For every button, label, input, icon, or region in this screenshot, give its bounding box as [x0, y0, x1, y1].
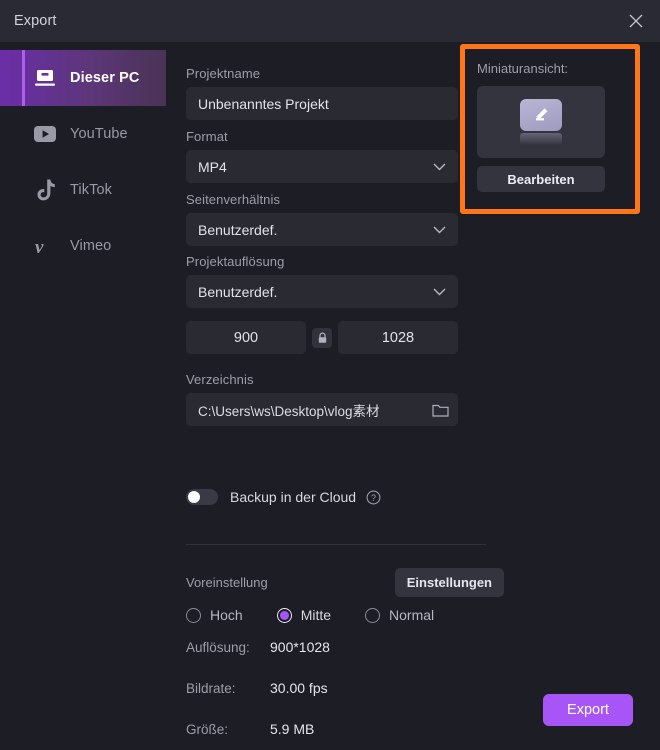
resolution-select[interactable]: Benutzerdef. [186, 275, 458, 308]
project-name-input[interactable]: Unbenanntes Projekt [186, 87, 458, 120]
sidebar-item-label: Vimeo [70, 238, 112, 254]
close-icon [629, 14, 643, 28]
thumbnail-preview[interactable] [477, 86, 605, 158]
close-button[interactable] [612, 0, 660, 42]
preset-radio-normal[interactable]: Normal [365, 607, 434, 623]
destination-sidebar: Dieser PC YouTube TikTok v Vimeo [0, 42, 166, 750]
preset-group: Voreinstellung Einstellungen Hoch Mitte … [186, 568, 504, 623]
folder-icon[interactable] [432, 402, 449, 417]
sidebar-item-tiktok[interactable]: TikTok [0, 162, 166, 218]
resolution-inputs-row: 900 1028 [186, 321, 458, 354]
info-row-framerate: Bildrate: 30.00 fps [186, 680, 328, 696]
aspect-ratio-group: Seitenverhältnis Benutzerdef. [186, 192, 458, 246]
preset-label: Voreinstellung [186, 575, 268, 590]
info-key: Größe: [186, 721, 229, 737]
info-row-resolution: Auflösung: 900*1028 [186, 639, 330, 655]
toggle-knob [188, 491, 200, 503]
cloud-backup-toggle[interactable] [186, 489, 218, 505]
aspect-ratio-select[interactable]: Benutzerdef. [186, 213, 458, 246]
radio-indicator [186, 607, 201, 623]
preset-radio-hoch[interactable]: Hoch [186, 607, 243, 623]
directory-input[interactable]: C:\Users\ws\Desktop\vlog素材 [186, 393, 458, 426]
resolution-group: Projektauflösung Benutzerdef. 900 1028 [186, 254, 458, 354]
aspect-ratio-label: Seitenverhältnis [186, 192, 281, 207]
info-key: Bildrate: [186, 680, 236, 696]
chevron-down-icon [433, 283, 446, 301]
project-name-label: Projektname [186, 66, 261, 81]
resolution-value: Benutzerdef. [198, 283, 278, 300]
section-divider [186, 544, 486, 545]
aspect-ratio-value: Benutzerdef. [198, 221, 278, 238]
format-select[interactable]: MP4 [186, 150, 458, 183]
directory-label: Verzeichnis [186, 372, 254, 387]
info-value: 5.9 MB [270, 721, 315, 737]
format-group: Format MP4 [186, 129, 458, 183]
desktop-pc-icon [32, 65, 58, 91]
info-value: 900*1028 [270, 639, 330, 655]
project-name-value: Unbenanntes Projekt [198, 95, 329, 112]
svg-text:v: v [35, 237, 44, 257]
resolution-label: Projektauflösung [186, 254, 285, 269]
preset-radio-label: Mitte [300, 607, 332, 623]
preset-radio-mitte[interactable]: Mitte [276, 607, 332, 623]
thumbnail-reflection [520, 133, 562, 145]
edit-thumbnail-button[interactable]: Bearbeiten [477, 166, 605, 192]
vimeo-icon: v [32, 233, 58, 259]
radio-indicator [276, 607, 292, 623]
preset-radio-label: Hoch [210, 607, 243, 623]
dialog-body: Dieser PC YouTube TikTok v Vimeo Projekt… [0, 42, 660, 750]
cloud-backup-label: Backup in der Cloud [230, 489, 357, 505]
youtube-icon [32, 121, 58, 147]
svg-text:?: ? [371, 493, 376, 503]
pencil-edit-icon [520, 99, 562, 131]
sidebar-item-label: TikTok [70, 182, 112, 198]
resolution-height-input[interactable]: 1028 [338, 321, 458, 354]
directory-value: C:\Users\ws\Desktop\vlog素材 [198, 403, 380, 419]
radio-indicator [365, 607, 381, 623]
question-circle-icon[interactable]: ? [366, 490, 381, 505]
sidebar-item-youtube[interactable]: YouTube [0, 106, 166, 162]
sidebar-item-label: Dieser PC [70, 70, 140, 86]
window-titlebar: Export [0, 0, 660, 42]
format-value: MP4 [198, 158, 227, 175]
preset-radio-label: Normal [389, 607, 435, 623]
info-key: Auflösung: [186, 639, 250, 655]
sidebar-item-label: YouTube [70, 126, 128, 142]
lock-closed-icon[interactable] [312, 327, 332, 348]
info-row-size: Größe: 5.9 MB [186, 721, 314, 737]
cloud-backup-row: Backup in der Cloud ? [186, 489, 381, 505]
info-value: 30.00 fps [270, 680, 328, 696]
export-button[interactable]: Export [543, 694, 633, 726]
sidebar-item-dieser-pc[interactable]: Dieser PC [0, 50, 166, 106]
chevron-down-icon [433, 158, 446, 176]
window-title: Export [14, 13, 57, 29]
resolution-width-input[interactable]: 900 [186, 321, 306, 354]
directory-group: Verzeichnis C:\Users\ws\Desktop\vlog素材 [186, 372, 458, 426]
thumbnail-panel: Miniaturansicht: Bearbeiten [460, 44, 640, 214]
chevron-down-icon [433, 221, 446, 239]
thumbnail-title: Miniaturansicht: [477, 61, 569, 76]
sidebar-item-vimeo[interactable]: v Vimeo [0, 218, 166, 274]
project-name-group: Projektname Unbenanntes Projekt [186, 66, 458, 120]
tiktok-icon [32, 177, 58, 203]
preset-radio-group: Hoch Mitte Normal [186, 607, 486, 623]
settings-button[interactable]: Einstellungen [394, 568, 504, 597]
format-label: Format [186, 129, 228, 144]
